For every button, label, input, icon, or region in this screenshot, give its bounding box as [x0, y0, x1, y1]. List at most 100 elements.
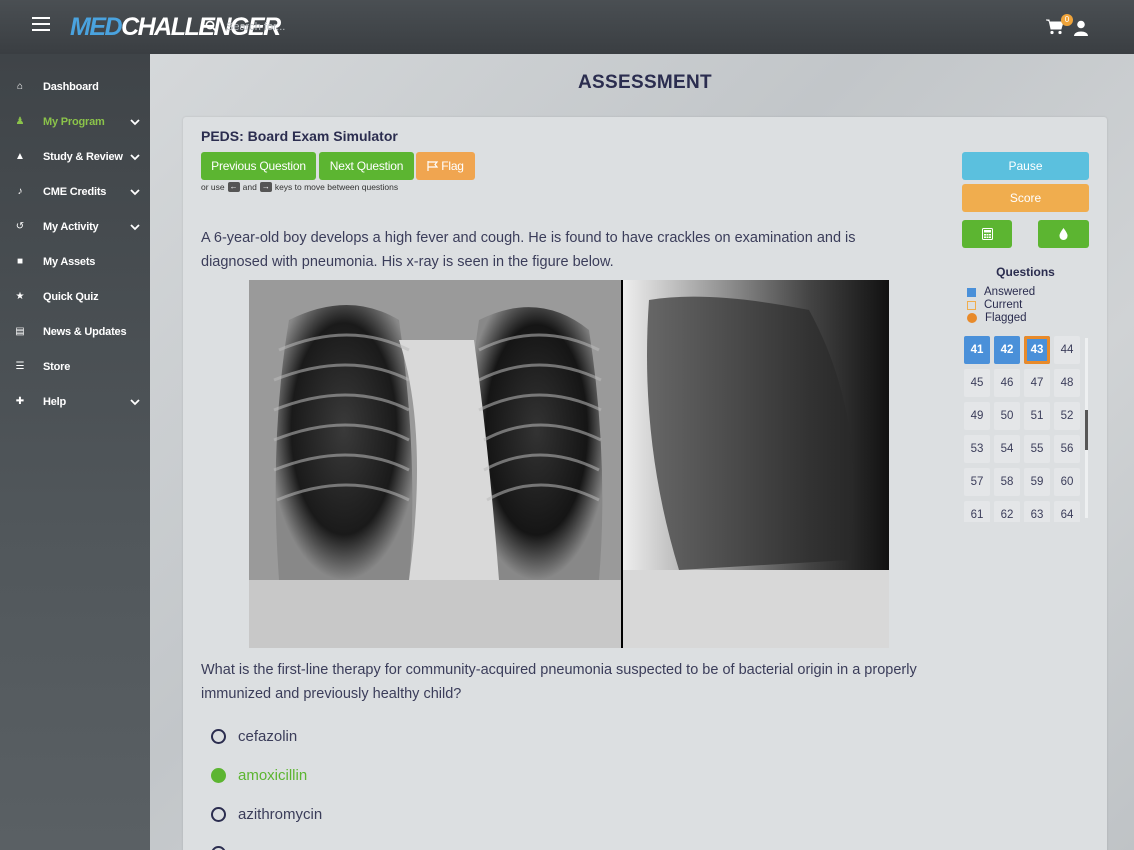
legend-swatch [967, 313, 977, 323]
user-icon[interactable] [1073, 20, 1089, 36]
bell-icon: ♪ [17, 185, 23, 197]
sidebar-item-help[interactable]: ✚ Help [0, 384, 150, 419]
legend-swatch [967, 287, 976, 297]
question-number-cell[interactable]: 43 [1024, 336, 1050, 364]
score-button[interactable]: Score [962, 184, 1089, 212]
sidebar-item-label: Help [43, 395, 67, 408]
answer-option-partial[interactable] [211, 842, 226, 850]
sidebar-item-label: Study & Review [43, 150, 123, 163]
flag-icon [427, 161, 439, 171]
question-number-cell[interactable]: 44 [1054, 336, 1080, 364]
trophy-icon: ★ [15, 290, 25, 302]
lab-values-button[interactable] [1038, 220, 1089, 248]
sidebar-item-label: My Program [43, 115, 105, 128]
chevron-down-icon [130, 188, 140, 195]
flag-label: Flag [441, 159, 464, 173]
sidebar-item-label: CME Credits [43, 185, 107, 198]
question-number-cell[interactable]: 55 [1024, 435, 1050, 463]
sidebar-item-my-activity[interactable]: ↺ My Activity [0, 209, 150, 244]
legend-item: Answered [967, 286, 1035, 298]
answer-option-label: amoxicillin [238, 766, 308, 784]
cart-icon: ☰ [15, 360, 25, 372]
chevron-down-icon [130, 398, 140, 405]
graduation-cap-icon: ▲ [15, 150, 25, 162]
sidebar-item-label: Dashboard [43, 80, 99, 93]
question-number-cell[interactable]: 42 [994, 336, 1020, 364]
ambulance-icon: ✚ [15, 395, 25, 407]
sidebar-item-dashboard[interactable]: ⌂ Dashboard [0, 69, 150, 104]
sidebar-item-news-updates[interactable]: ▤ News & Updates [0, 314, 150, 349]
sidebar-item-label: Store [43, 360, 71, 373]
question-number-cell[interactable]: 62 [994, 501, 1020, 522]
menu-icon[interactable] [32, 17, 50, 31]
chevron-down-icon [130, 223, 140, 230]
users-icon: ♟ [15, 115, 25, 127]
drop-icon [1059, 228, 1068, 240]
radio-button[interactable] [211, 806, 226, 822]
question-number-cell[interactable]: 64 [1054, 501, 1080, 522]
question-number-cell[interactable]: 49 [964, 402, 990, 430]
sidebar-item-my-program[interactable]: ♟ My Program [0, 104, 150, 139]
legend-label: Answered [984, 286, 1036, 298]
page-title: ASSESSMENT [578, 72, 712, 93]
newspaper-icon: ▤ [15, 325, 25, 337]
calculator-icon [981, 228, 993, 240]
question-number-cell[interactable]: 41 [964, 336, 990, 364]
chevron-down-icon [130, 118, 140, 125]
radio-button[interactable] [211, 767, 226, 783]
legend-label: Flagged [985, 312, 1027, 324]
cart-count-badge: 0 [1061, 14, 1073, 26]
sidebar-item-cme-credits[interactable]: ♪ CME Credits [0, 174, 150, 209]
question-number-cell[interactable]: 48 [1054, 369, 1080, 397]
question-number-cell[interactable]: 52 [1054, 402, 1080, 430]
chest-xray-image [249, 280, 889, 648]
question-number-cell[interactable]: 60 [1054, 468, 1080, 496]
sidebar-item-study-review[interactable]: ▲ Study & Review [0, 139, 150, 174]
answer-option[interactable]: cefazolin [211, 725, 297, 747]
question-number-cell[interactable]: 45 [964, 369, 990, 397]
question-number-cell[interactable]: 63 [1024, 501, 1050, 522]
legend-swatch [967, 300, 976, 310]
search-icon [205, 20, 217, 32]
radio-button[interactable] [211, 845, 226, 850]
question-number-cell[interactable]: 47 [1024, 369, 1050, 397]
question-number-cell[interactable]: 61 [964, 501, 990, 522]
sidebar-item-label: News & Updates [43, 325, 127, 338]
grid-scrollbar-thumb[interactable] [1085, 410, 1088, 450]
sidebar-item-quick-quiz[interactable]: ★ Quick Quiz [0, 279, 150, 314]
right-arrow-key-icon: → [259, 182, 272, 192]
question-number-cell[interactable]: 53 [964, 435, 990, 463]
book-icon: ■ [16, 255, 24, 267]
answer-option-label: cefazolin [238, 727, 298, 745]
flag-button[interactable]: Flag [416, 152, 475, 180]
question-number-cell[interactable]: 59 [1024, 468, 1050, 496]
question-text: What is the first-line therapy for commu… [201, 662, 917, 702]
legend-item: Flagged [967, 312, 1027, 324]
answer-option[interactable]: amoxicillin [211, 764, 307, 786]
question-number-cell[interactable]: 57 [964, 468, 990, 496]
question-number-cell[interactable]: 54 [994, 435, 1020, 463]
keyboard-hint: or use ← and → keys to move between ques… [201, 182, 399, 192]
history-icon: ↺ [15, 220, 25, 232]
sidebar-item-label: Quick Quiz [43, 290, 99, 303]
sidebar-item-my-assets[interactable]: ■ My Assets [0, 244, 150, 279]
question-number-cell[interactable]: 51 [1024, 402, 1050, 430]
exam-title: PEDS: Board Exam Simulator [201, 128, 398, 144]
question-grid: 41 42 43 44 45 46 47 48 49 50 51 52 53 54 55 56 57 58 59 60… [962, 336, 1084, 522]
pause-button[interactable]: Pause [962, 152, 1089, 180]
question-stem: A 6-year-old boy develops a high fever a… [201, 230, 856, 270]
legend-item: Current [967, 299, 1022, 311]
answer-option[interactable]: azithromycin [211, 803, 322, 825]
next-question-button[interactable]: Next Question [319, 152, 414, 180]
calculator-button[interactable] [962, 220, 1012, 248]
sidebar-item-store[interactable]: ☰ Store [0, 349, 150, 384]
question-number-cell[interactable]: 58 [994, 468, 1020, 496]
question-number-cell[interactable]: 46 [994, 369, 1020, 397]
question-number-cell[interactable]: 50 [994, 402, 1020, 430]
previous-question-button[interactable]: Previous Question [201, 152, 316, 180]
top-bar: MEDCHALLENGER 0 [0, 0, 1134, 54]
question-number-cell[interactable]: 56 [1054, 435, 1080, 463]
search-input[interactable] [226, 16, 426, 38]
radio-button[interactable] [211, 728, 226, 744]
home-icon: ⌂ [16, 80, 24, 92]
